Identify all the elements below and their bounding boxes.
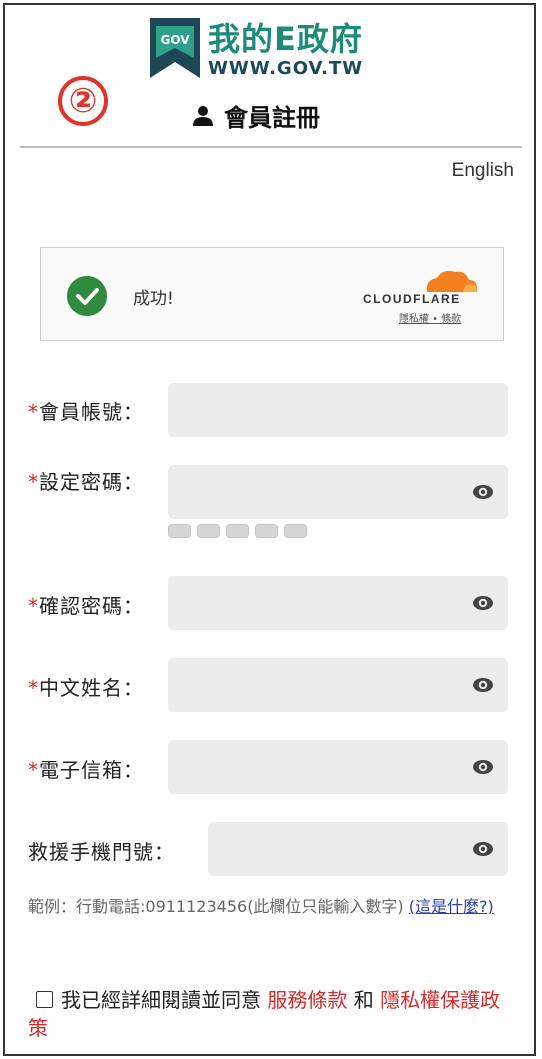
logo-title: 我的E政府: [208, 20, 363, 58]
agreement-conjunction: 和: [353, 988, 374, 1012]
gov-logo[interactable]: GOV 我的E政府 WWW.GOV.TW: [150, 14, 400, 82]
chinese-name-label: *中文姓名：: [28, 676, 144, 700]
chinese-name-input[interactable]: [168, 658, 508, 712]
terms-of-service-link[interactable]: 服務條款: [267, 988, 347, 1012]
phone-hint-text: 範例：行動電話:0911123456(此欄位只能輸入數字): [28, 897, 404, 916]
show-confirm-password-eye-icon[interactable]: [472, 593, 494, 613]
strength-segment: [255, 524, 278, 538]
what-is-this-link[interactable]: (這是什麼?): [409, 897, 494, 916]
show-password-eye-icon[interactable]: [472, 482, 494, 502]
captcha-status-text: 成功!: [133, 289, 174, 309]
show-name-eye-icon[interactable]: [472, 675, 494, 695]
strength-segment: [284, 524, 307, 538]
success-check-icon: [67, 276, 107, 316]
step-number-badge: ②: [58, 76, 108, 126]
strength-segment: [197, 524, 220, 538]
password-label: *設定密碼：: [28, 470, 144, 494]
svg-text:GOV: GOV: [160, 33, 190, 47]
account-label: *會員帳號：: [28, 400, 144, 424]
show-phone-eye-icon[interactable]: [472, 839, 494, 859]
rescue-phone-input[interactable]: [208, 822, 508, 876]
captcha-privacy-terms-links[interactable]: 隱私權 • 條款: [399, 310, 461, 325]
header-divider: [20, 146, 522, 148]
cloudflare-brand: CLOUDFLARE: [363, 292, 461, 306]
agreement-prefix: 我已經詳細閱讀並同意: [61, 988, 261, 1012]
rescue-phone-label: 救援手機門號：: [28, 840, 175, 864]
page-title-text: 會員註冊: [224, 104, 320, 132]
confirm-password-input[interactable]: [168, 576, 508, 630]
page-title: 會員註冊: [192, 98, 320, 133]
email-label: *電子信箱：: [28, 758, 144, 782]
cloudflare-captcha-widget[interactable]: 成功! CLOUDFLARE 隱私權 • 條款: [40, 247, 504, 341]
account-input[interactable]: [168, 383, 508, 437]
gov-logo-badge-icon: GOV: [150, 18, 200, 78]
agreement-row: 我已經詳細閱讀並同意 服務條款 和 隱私權保護政策: [28, 986, 518, 1042]
confirm-password-label: *確認密碼：: [28, 594, 144, 618]
phone-hint: 範例：行動電話:0911123456(此欄位只能輸入數字) (這是什麼?): [28, 896, 516, 918]
logo-url: WWW.GOV.TW: [208, 58, 364, 79]
user-icon: [193, 105, 213, 126]
show-email-eye-icon[interactable]: [472, 757, 494, 777]
language-link-english[interactable]: English: [452, 160, 514, 182]
agreement-checkbox[interactable]: [36, 991, 53, 1008]
strength-segment: [226, 524, 249, 538]
password-input[interactable]: [168, 465, 508, 519]
password-strength-meter: [168, 524, 307, 538]
strength-segment: [168, 524, 191, 538]
email-input[interactable]: [168, 740, 508, 794]
